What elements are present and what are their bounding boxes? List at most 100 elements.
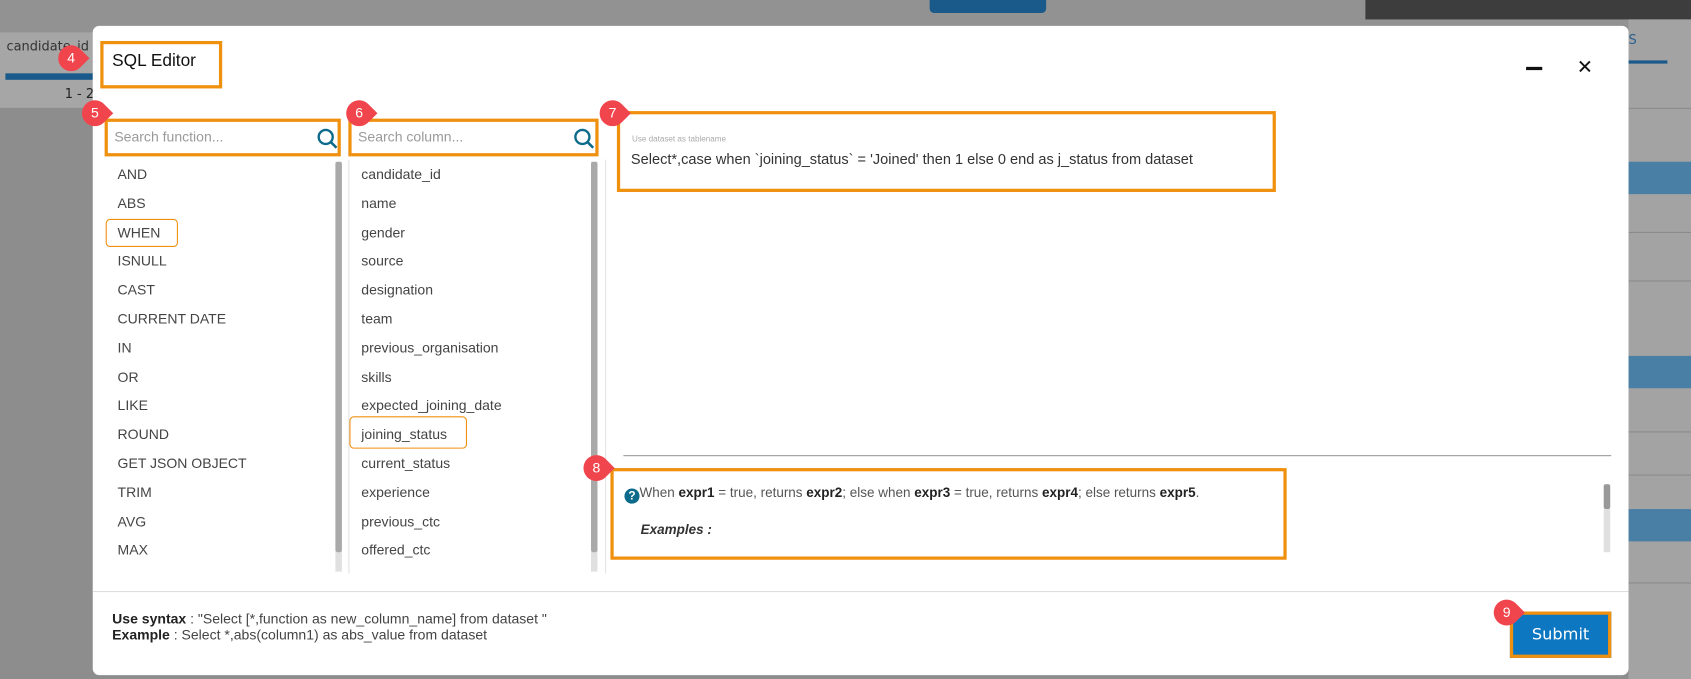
help-icon: ?: [624, 488, 640, 504]
background-divider: [1628, 431, 1691, 433]
column-item[interactable]: skills: [361, 368, 391, 384]
background-row: [1628, 355, 1691, 389]
function-item[interactable]: MAX: [118, 542, 148, 558]
column-item[interactable]: gender: [361, 224, 405, 240]
example-label: Example: [112, 626, 170, 643]
help-expr: expr4: [1041, 485, 1078, 501]
background-button: [929, 0, 1047, 13]
badge-number: 5: [90, 104, 99, 121]
editor-divider: [623, 455, 1612, 457]
function-search[interactable]: [104, 118, 341, 157]
function-item[interactable]: ROUND: [118, 426, 169, 442]
help-text-part: .: [1195, 485, 1200, 501]
background-divider: [1628, 474, 1691, 476]
function-item[interactable]: AND: [118, 166, 148, 182]
background-divider: [1628, 107, 1691, 109]
column-scrollbar[interactable]: [591, 161, 598, 572]
annotation-badge: 9: [1488, 594, 1525, 631]
column-scrollbar-thumb[interactable]: [591, 161, 598, 553]
column-item[interactable]: designation: [361, 282, 433, 298]
query-text[interactable]: Select*,case when `joining_status` = 'Jo…: [631, 151, 1193, 167]
background-divider: [1628, 280, 1691, 282]
help-text-part: ; else when: [842, 485, 915, 501]
annotation-badge: 6: [340, 94, 378, 132]
function-scrollbar[interactable]: [335, 161, 342, 572]
background-topbar: [1365, 0, 1691, 20]
function-item[interactable]: OR: [118, 368, 139, 384]
badge-number: 6: [355, 104, 364, 121]
query-editor[interactable]: Use dataset as tablename Select*,case wh…: [616, 111, 1276, 192]
minimize-icon[interactable]: [1526, 66, 1543, 71]
search-icon[interactable]: [573, 127, 597, 151]
function-help: ? When expr1 = true, returns expr2; else …: [610, 468, 1287, 560]
help-scrollbar[interactable]: [1603, 484, 1611, 553]
modal-title: SQL Editor: [112, 51, 196, 71]
footer-divider: [92, 591, 1629, 593]
column-item[interactable]: experience: [361, 484, 430, 500]
column-item[interactable]: source: [361, 253, 403, 269]
help-expr: expr2: [806, 485, 843, 501]
column-list: candidate_idname gender source designation t…: [361, 164, 582, 572]
background-row: [1628, 161, 1691, 195]
divider: [348, 159, 350, 574]
background-tab: S: [1628, 32, 1637, 48]
background-pagination: 1 - 2: [64, 86, 95, 102]
query-label: Use dataset as tablename: [632, 133, 726, 144]
column-search-input[interactable]: [358, 128, 542, 145]
highlight-joining-status: [349, 416, 467, 449]
function-item[interactable]: CURRENT DATE: [118, 311, 227, 327]
background-divider: [1628, 231, 1691, 233]
help-text-part: When: [639, 485, 679, 501]
example-value: : Select *,abs(column1) as abs_value fro…: [169, 626, 488, 643]
help-scrollbar-thumb[interactable]: [1603, 484, 1611, 510]
function-item[interactable]: TRIM: [118, 484, 152, 500]
examples-label: Examples :: [640, 521, 712, 538]
column-search[interactable]: [348, 118, 599, 157]
column-item[interactable]: previous_ctc: [361, 513, 440, 529]
column-item[interactable]: expected_joining_date: [361, 397, 501, 413]
annotation-badge: 5: [76, 94, 114, 132]
help-text-part: ; else returns: [1077, 485, 1160, 501]
function-item[interactable]: ISNULL: [118, 253, 167, 269]
submit-button[interactable]: Submit: [1509, 611, 1612, 658]
function-item[interactable]: GET JSON OBJECT: [118, 455, 247, 471]
highlight-when: [105, 218, 178, 247]
background-tab-indicator: [1628, 60, 1668, 64]
badge-number: 4: [67, 49, 76, 66]
syntax-value: : "Select [*,function as new_column_name…: [186, 610, 547, 627]
background-right-panel: [1628, 19, 1691, 679]
background-row: [1628, 509, 1691, 542]
function-search-input[interactable]: [114, 128, 298, 145]
help-text-part: = true, returns: [714, 485, 807, 501]
help-description: When expr1 = true, returns expr2; else w…: [640, 485, 1200, 500]
column-item[interactable]: current_status: [361, 455, 450, 471]
column-item[interactable]: name: [361, 195, 396, 211]
help-expr: expr5: [1159, 485, 1196, 501]
column-item[interactable]: team: [361, 311, 392, 327]
background-progress: [5, 73, 98, 80]
divider: [605, 159, 607, 574]
function-item[interactable]: LIKE: [118, 397, 148, 413]
badge-number: 9: [1502, 603, 1511, 621]
help-expr: expr1: [678, 485, 715, 501]
close-icon[interactable]: ✕: [1577, 56, 1593, 79]
help-text: ? When expr1 = true, returns expr2; else …: [624, 485, 1200, 504]
help-expr: expr3: [914, 485, 951, 501]
annotation-badge: 4: [52, 39, 90, 77]
search-icon[interactable]: [316, 127, 340, 151]
function-item[interactable]: AVG: [118, 513, 147, 529]
syntax-label: Use syntax: [112, 610, 187, 627]
footer-hint: Use syntax : "Select [*,function as new_…: [112, 610, 547, 642]
badge-number: 8: [592, 459, 601, 476]
background-divider: [1628, 582, 1691, 584]
column-item[interactable]: candidate_id: [361, 166, 441, 182]
help-text-part: = true, returns: [950, 485, 1042, 501]
badge-number: 7: [608, 104, 617, 121]
function-item[interactable]: CAST: [118, 282, 155, 298]
column-item[interactable]: previous_organisation: [361, 340, 498, 356]
annotation-badge: 8: [578, 449, 615, 487]
function-item[interactable]: ABS: [118, 195, 146, 211]
function-scrollbar-thumb[interactable]: [335, 161, 342, 553]
function-item[interactable]: IN: [118, 340, 132, 356]
column-item[interactable]: offered_ctc: [361, 542, 430, 558]
